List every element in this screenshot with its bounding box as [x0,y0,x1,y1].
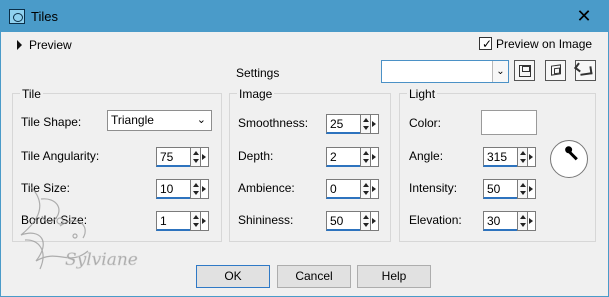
reset-button[interactable] [575,60,596,81]
angle-label: Angle: [409,149,444,163]
watermark-text: Sylviane [65,250,138,270]
chevron-down-icon[interactable]: ⌄ [492,61,508,82]
shininess-spinner[interactable]: 50 [326,211,379,231]
spinner-menu-icon[interactable] [371,114,379,134]
spinner-menu-icon[interactable] [371,211,379,231]
light-color-label: Color: [409,116,442,130]
border-size-input[interactable]: 1 [156,211,191,231]
intensity-input[interactable]: 50 [483,179,518,199]
smoothness-input[interactable]: 25 [326,114,361,134]
spinner-menu-icon[interactable] [201,147,209,167]
chevron-down-icon[interactable]: ⌄ [197,113,206,126]
spinner-arrows-icon[interactable] [360,114,371,134]
ambience-spinner[interactable]: 0 [326,179,379,199]
preview-on-image-label: Preview on Image [496,37,593,51]
preview-label: Preview [29,38,72,52]
spinner-menu-icon[interactable] [528,147,536,167]
elevation-input[interactable]: 30 [483,211,518,231]
tile-angularity-label: Tile Angularity: [21,149,100,163]
window-title: Tiles [31,9,58,24]
sylviane-watermark: Sylviane [20,186,138,270]
ambience-input[interactable]: 0 [326,179,361,199]
spinner-menu-icon[interactable] [201,211,209,231]
save-preset-button[interactable] [514,60,535,81]
spinner-menu-icon[interactable] [528,179,536,199]
depth-label: Depth: [238,149,274,163]
angle-spinner[interactable]: 315 [483,147,536,167]
spinner-arrows-icon[interactable] [517,147,528,167]
image-group: Image Smoothness: 25 Depth: 2 Ambience: … [229,87,391,242]
spinner-menu-icon[interactable] [201,179,209,199]
light-group-label: Light [407,87,438,101]
preset-select[interactable]: ⌄ [381,60,509,83]
close-button[interactable]: ✕ [565,3,603,29]
angle-pointer-icon [567,150,578,161]
tile-angularity-input[interactable]: 75 [156,147,191,167]
save-icon [519,65,531,77]
spinner-arrows-icon[interactable] [190,211,201,231]
image-group-label: Image [237,87,275,101]
light-color-swatch[interactable] [481,110,537,135]
spinner-arrows-icon[interactable] [190,179,201,199]
ambience-label: Ambience: [238,181,295,195]
shininess-input[interactable]: 50 [326,211,361,231]
randomize-button[interactable] [545,60,566,81]
tile-shape-select[interactable]: Triangle ⌄ [107,110,212,131]
angle-dial[interactable] [550,140,588,178]
cancel-button[interactable]: Cancel [277,265,351,288]
ok-button[interactable]: OK [196,265,270,288]
tile-angularity-spinner[interactable]: 75 [156,147,209,167]
spinner-arrows-icon[interactable] [360,179,371,199]
intensity-label: Intensity: [409,181,458,195]
preview-on-image-option[interactable]: ✓ Preview on Image [479,37,593,52]
tile-shape-value: Triangle [111,113,154,127]
preview-on-image-checkbox[interactable]: ✓ [479,37,493,51]
spinner-arrows-icon[interactable] [360,211,371,231]
intensity-spinner[interactable]: 50 [483,179,536,199]
spinner-arrows-icon[interactable] [517,179,528,199]
shininess-label: Shininess: [238,213,294,227]
settings-label: Settings [236,66,280,80]
light-group: Light Color: Angle: 315 Intensity: 50 El… [399,87,596,242]
tile-size-spinner[interactable]: 10 [156,179,209,199]
tile-size-input[interactable]: 10 [156,179,191,199]
random-cube-icon [551,64,561,76]
border-size-spinner[interactable]: 1 [156,211,209,231]
depth-spinner[interactable]: 2 [326,147,379,167]
window-titlebar[interactable]: Tiles ✕ [1,1,608,32]
checkmark-icon: ✓ [482,37,493,51]
reset-icon [579,66,593,76]
spinner-arrows-icon[interactable] [360,147,371,167]
depth-input[interactable]: 2 [326,147,361,167]
tiles-dialog: Tiles ✕ Preview ✓ Preview on Image Setti… [0,0,609,297]
spinner-arrows-icon[interactable] [190,147,201,167]
tile-shape-label: Tile Shape: [21,115,82,129]
spinner-menu-icon[interactable] [528,211,536,231]
smoothness-spinner[interactable]: 25 [326,114,379,134]
chevron-right-icon [17,40,22,50]
angle-input[interactable]: 315 [483,147,518,167]
tile-group-label: Tile [20,87,43,101]
spinner-arrows-icon[interactable] [517,211,528,231]
elevation-spinner[interactable]: 30 [483,211,536,231]
smoothness-label: Smoothness: [238,116,309,130]
spinner-menu-icon[interactable] [371,179,379,199]
spinner-menu-icon[interactable] [371,147,379,167]
elevation-label: Elevation: [409,213,462,227]
tiles-app-icon [9,9,25,24]
help-button[interactable]: Help [357,265,431,288]
